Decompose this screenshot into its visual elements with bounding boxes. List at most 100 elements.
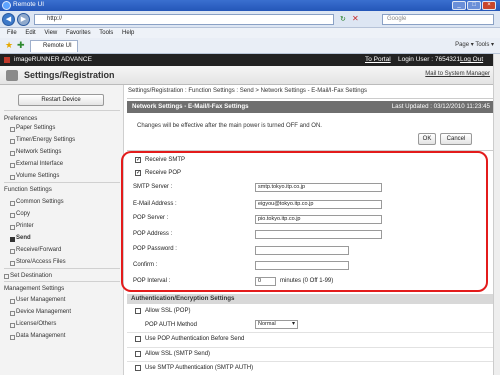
- sidebar-item-store-access[interactable]: Store/Access Files: [10, 259, 66, 266]
- sidebar-item-timer-energy[interactable]: Timer/Energy Settings: [9, 137, 75, 144]
- receive-smtp-checkbox[interactable]: [135, 156, 141, 163]
- section-function-settings: Function Settings: [4, 186, 52, 193]
- ie-icon: [2, 1, 11, 10]
- cancel-button[interactable]: Cancel: [440, 133, 472, 145]
- page-title: Settings/Registration: [24, 70, 115, 80]
- auth-section-header: Authentication/Encryption Settings: [127, 294, 500, 304]
- confirm-password-input[interactable]: [255, 261, 349, 270]
- forward-button[interactable]: ▶: [17, 13, 30, 26]
- email-address-label: E-Mail Address :: [133, 201, 177, 207]
- pop-before-send-label: Use POP Authentication Before Send: [145, 336, 245, 342]
- menu-file[interactable]: File: [7, 30, 17, 36]
- sidebar-item-volume-settings[interactable]: Volume Settings: [9, 173, 59, 180]
- close-button[interactable]: ×: [482, 1, 496, 10]
- sidebar-item-paper-settings[interactable]: Paper Settings: [9, 125, 55, 132]
- email-address-input[interactable]: eigyou@tokyo.itp.co.jp: [255, 200, 382, 209]
- sidebar-item-network-settings[interactable]: Network Settings: [9, 149, 61, 156]
- product-name: imageRUNNER ADVANCE: [14, 56, 92, 63]
- divider: [4, 281, 120, 282]
- divider: [127, 332, 500, 333]
- product-logo-icon: [4, 57, 10, 63]
- pop-auth-method-select[interactable]: Normal: [255, 320, 298, 329]
- allow-ssl-pop-label: Allow SSL (POP): [145, 308, 191, 314]
- smtp-auth-label: Use SMTP Authentication (SMTP AUTH): [145, 365, 254, 371]
- menu-view[interactable]: View: [44, 30, 57, 36]
- page-header: Settings/Registration Mail to System Man…: [0, 66, 500, 85]
- sidebar-item-copy[interactable]: Copy: [9, 211, 30, 218]
- favorites-bar: ★ ✚ Remote UI Page ▾ Tools ▾: [0, 38, 500, 54]
- page-tools-menu[interactable]: Page ▾ Tools ▾: [455, 41, 494, 48]
- breadcrumb: Settings/Registration : Function Setting…: [128, 88, 367, 94]
- settings-icon: [6, 70, 18, 81]
- pop-auth-method-label: POP AUTH Method: [145, 322, 197, 328]
- auth-section-title: Authentication/Encryption Settings: [131, 295, 235, 302]
- pop-address-label: POP Address :: [133, 231, 173, 237]
- sidebar-item-user-management[interactable]: User Management: [9, 297, 65, 304]
- confirm-label: Confirm :: [133, 262, 158, 268]
- divider: [127, 361, 500, 362]
- back-button[interactable]: ◀: [2, 13, 15, 26]
- minimize-button[interactable]: _: [452, 1, 466, 10]
- menu-tools[interactable]: Tools: [99, 30, 113, 36]
- pop-server-label: POP Server :: [133, 215, 169, 221]
- sidebar-item-printer[interactable]: Printer: [10, 223, 34, 230]
- smtp-server-input[interactable]: smtp.tokyo.itp.co.jp: [255, 183, 382, 192]
- panel-title: Network Settings - E-Mail/I-Fax Settings: [132, 103, 249, 110]
- notice-text: Changes will be effective after the main…: [137, 123, 322, 129]
- mail-to-manager-link[interactable]: Mail to System Manager: [425, 71, 490, 77]
- logout-link[interactable]: Log Out: [460, 54, 483, 66]
- smtp-server-label: SMTP Server :: [133, 184, 173, 190]
- pop-password-label: POP Password :: [133, 246, 177, 252]
- section-management-settings: Management Settings: [4, 285, 65, 292]
- allow-ssl-smtp-checkbox[interactable]: [135, 351, 141, 357]
- panel-header: Network Settings - E-Mail/I-Fax Settings…: [127, 101, 500, 113]
- sidebar-item-license-others[interactable]: License/Others: [9, 321, 56, 328]
- divider: [4, 110, 120, 111]
- receive-pop-label: Receive POP: [145, 170, 182, 176]
- window-title: Remote UI: [13, 1, 45, 8]
- receive-pop-checkbox[interactable]: [135, 169, 141, 176]
- smtp-auth-checkbox[interactable]: [135, 365, 141, 371]
- divider: [4, 268, 120, 269]
- divider: [4, 182, 120, 183]
- pop-interval-label: POP Interval :: [133, 278, 171, 284]
- pop-before-send-checkbox[interactable]: [135, 336, 141, 342]
- to-portal-link[interactable]: To Portal: [365, 54, 391, 66]
- menu-favorites[interactable]: Favorites: [66, 30, 91, 36]
- pop-server-input[interactable]: pio.tokyo.itp.co.jp: [255, 215, 382, 224]
- menu-edit[interactable]: Edit: [25, 30, 35, 36]
- receive-smtp-label: Receive SMTP: [145, 157, 186, 163]
- sidebar-item-set-destination[interactable]: Set Destination: [4, 272, 52, 279]
- pop-interval-hint: minutes (0 Off 1-99): [280, 278, 334, 284]
- add-favorites-icon[interactable]: ✚: [17, 40, 25, 51]
- product-header: imageRUNNER ADVANCE To Portal Login User…: [0, 54, 500, 66]
- stop-icon[interactable]: ✕: [352, 14, 359, 23]
- divider: [127, 98, 493, 99]
- allow-ssl-pop-checkbox[interactable]: [135, 308, 141, 314]
- vertical-scrollbar[interactable]: [493, 54, 500, 375]
- search-input[interactable]: Google: [382, 14, 494, 25]
- allow-ssl-smtp-label: Allow SSL (SMTP Send): [145, 351, 211, 357]
- pop-password-input[interactable]: [255, 246, 349, 255]
- sidebar-item-send[interactable]: Send: [10, 235, 31, 242]
- sidebar-item-external-interface[interactable]: External Interface: [9, 161, 63, 168]
- pop-address-input[interactable]: [255, 230, 382, 239]
- sidebar-item-data-management[interactable]: Data Management: [9, 333, 65, 340]
- window-titlebar: Remote UI _ □ ×: [0, 0, 500, 11]
- login-user: Login User : 7654321: [398, 56, 461, 63]
- restart-device-button[interactable]: Restart Device: [18, 94, 104, 106]
- sidebar-item-receive-forward[interactable]: Receive/Forward: [9, 247, 61, 254]
- sidebar-item-device-management[interactable]: Device Management: [9, 309, 71, 316]
- favorites-star-icon[interactable]: ★: [5, 40, 13, 51]
- sidebar: Restart Device Preferences Paper Setting…: [0, 85, 124, 375]
- maximize-button[interactable]: □: [467, 1, 481, 10]
- menu-bar: File Edit View Favorites Tools Help: [0, 28, 500, 38]
- browser-tab[interactable]: Remote UI: [30, 40, 78, 52]
- pop-interval-input[interactable]: 0: [255, 277, 276, 286]
- refresh-icon[interactable]: ↻: [340, 15, 346, 23]
- menu-help[interactable]: Help: [122, 30, 134, 36]
- divider: [127, 347, 500, 348]
- url-input[interactable]: http://: [34, 14, 334, 25]
- ok-button[interactable]: OK: [418, 133, 436, 145]
- sidebar-item-common-settings[interactable]: Common Settings: [10, 199, 64, 206]
